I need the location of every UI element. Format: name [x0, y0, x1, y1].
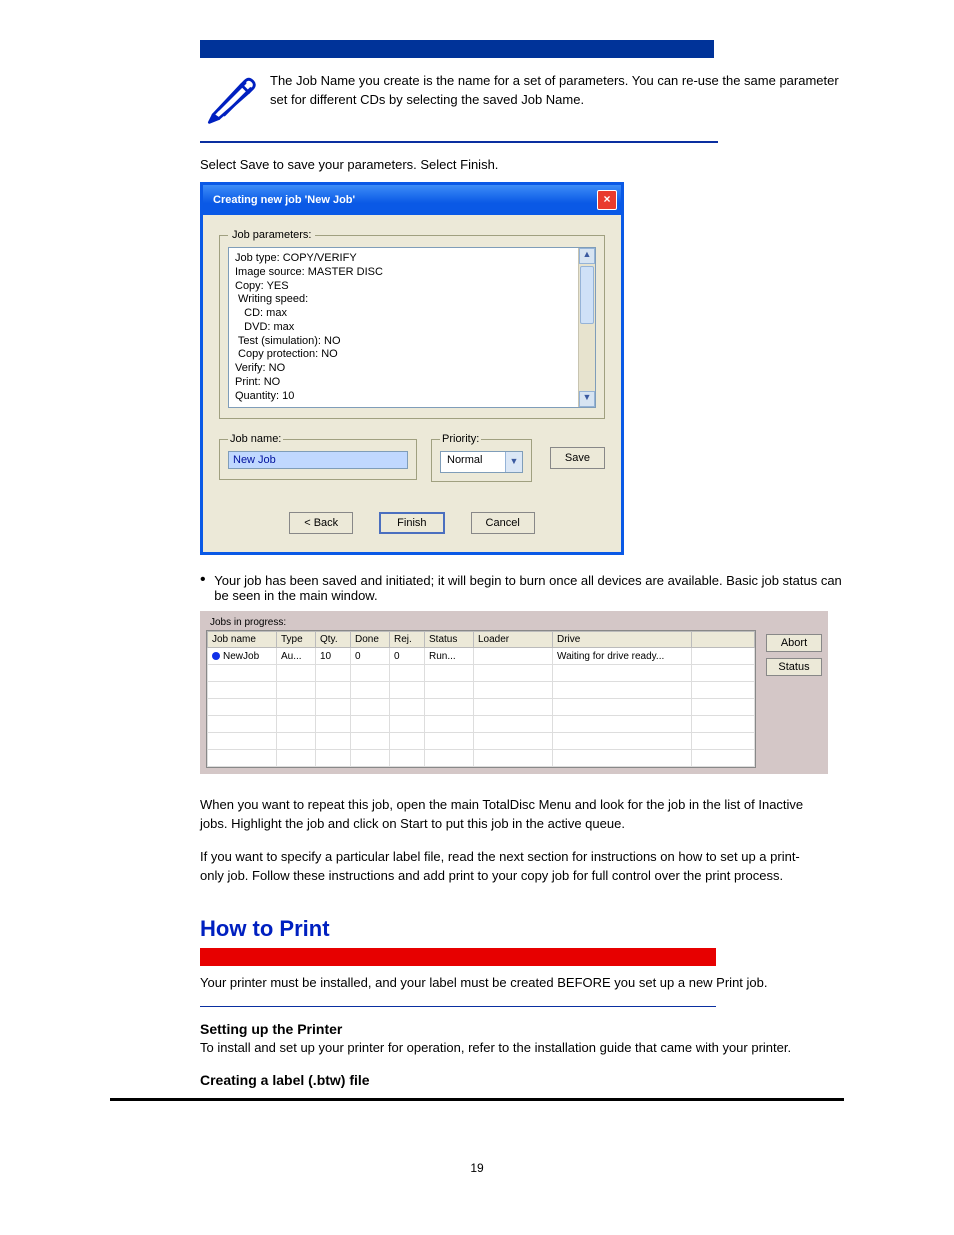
cell-qty: 10	[316, 648, 351, 665]
table-row[interactable]: NewJob Au... 10 0 0 Run... Waiting for d…	[208, 648, 755, 665]
scroll-down-icon[interactable]: ▼	[579, 391, 595, 407]
cell-status: Run...	[425, 648, 474, 665]
job-name-legend: Job name:	[228, 433, 283, 445]
table-row	[208, 716, 755, 733]
cell-drive: Waiting for drive ready...	[553, 648, 692, 665]
job-name-group: Job name: New Job	[219, 433, 417, 480]
col-drive[interactable]: Drive	[553, 632, 692, 648]
priority-group: Priority: Normal ▼	[431, 433, 532, 482]
close-icon[interactable]: ×	[597, 190, 617, 210]
cell-done: 0	[351, 648, 390, 665]
para-setup-printer: To install and set up your printer for o…	[200, 1039, 816, 1058]
bullet-text-1: Your job has been saved and initiated; i…	[214, 573, 844, 603]
note-text: The Job Name you create is the name for …	[270, 72, 844, 110]
job-parameters-group: Job parameters: Job type: COPY/VERIFY Im…	[219, 229, 605, 419]
cell-type: Au...	[277, 648, 316, 665]
scrollbar[interactable]: ▲ ▼	[578, 248, 595, 407]
job-parameters-legend: Job parameters:	[228, 229, 315, 241]
chevron-down-icon[interactable]: ▼	[505, 452, 522, 472]
col-status[interactable]: Status	[425, 632, 474, 648]
col-rej[interactable]: Rej.	[390, 632, 425, 648]
abort-button[interactable]: Abort	[766, 634, 822, 652]
para-specify-label: If you want to specify a particular labe…	[200, 848, 816, 886]
dialog-titlebar[interactable]: Creating new job 'New Job' ×	[203, 185, 621, 215]
job-parameters-text: Job type: COPY/VERIFY Image source: MAST…	[229, 248, 578, 407]
table-row	[208, 733, 755, 750]
subhead-create-label: Creating a label (.btw) file	[200, 1072, 844, 1088]
jobs-in-progress-title: Jobs in progress:	[206, 611, 822, 630]
cancel-button[interactable]: Cancel	[471, 512, 535, 534]
cell-jobname: NewJob	[223, 651, 259, 662]
scroll-thumb[interactable]	[580, 266, 594, 324]
create-job-dialog: Creating new job 'New Job' × Job paramet…	[200, 182, 624, 555]
finish-button[interactable]: Finish	[379, 512, 444, 534]
page-number: 19	[110, 1161, 844, 1175]
job-name-input[interactable]: New Job	[228, 451, 408, 469]
scroll-up-icon[interactable]: ▲	[579, 248, 595, 264]
step-8-text: Select Save to save your parameters. Sel…	[200, 157, 844, 172]
how-to-print-heading: How to Print	[200, 916, 844, 942]
pencil-note-icon	[200, 68, 260, 131]
warning-bar	[200, 948, 716, 966]
para-repeat-job: When you want to repeat this job, open t…	[200, 796, 816, 834]
status-button[interactable]: Status	[766, 658, 822, 676]
table-row	[208, 665, 755, 682]
col-qty[interactable]: Qty.	[316, 632, 351, 648]
table-row	[208, 750, 755, 767]
footer-rule	[110, 1098, 844, 1101]
col-jobname[interactable]: Job name	[208, 632, 277, 648]
header-bar	[200, 40, 714, 58]
dialog-title: Creating new job 'New Job'	[213, 194, 355, 206]
bullet-dot: •	[200, 573, 214, 603]
table-row	[208, 699, 755, 716]
table-row	[208, 682, 755, 699]
divider-blue-1	[200, 141, 718, 143]
col-type[interactable]: Type	[277, 632, 316, 648]
priority-legend: Priority:	[440, 433, 481, 445]
cell-loader	[474, 648, 553, 665]
job-name-value: New Job	[233, 454, 276, 466]
jobs-grid[interactable]: Job name Type Qty. Done Rej. Status Load…	[206, 630, 756, 768]
col-loader[interactable]: Loader	[474, 632, 553, 648]
back-button[interactable]: < Back	[289, 512, 353, 534]
jobs-in-progress-panel: Jobs in progress: Job name Type Qty. Don…	[200, 611, 828, 774]
divider-blue-2	[200, 1006, 716, 1007]
col-extra[interactable]	[692, 632, 755, 648]
cell-rej: 0	[390, 648, 425, 665]
save-button[interactable]: Save	[550, 447, 605, 469]
job-active-icon	[212, 652, 220, 660]
col-done[interactable]: Done	[351, 632, 390, 648]
priority-select[interactable]: Normal ▼	[440, 451, 523, 473]
subhead-setup-printer: Setting up the Printer	[200, 1021, 844, 1037]
warning-text: Your printer must be installed, and your…	[200, 974, 816, 993]
priority-value: Normal	[441, 452, 505, 472]
